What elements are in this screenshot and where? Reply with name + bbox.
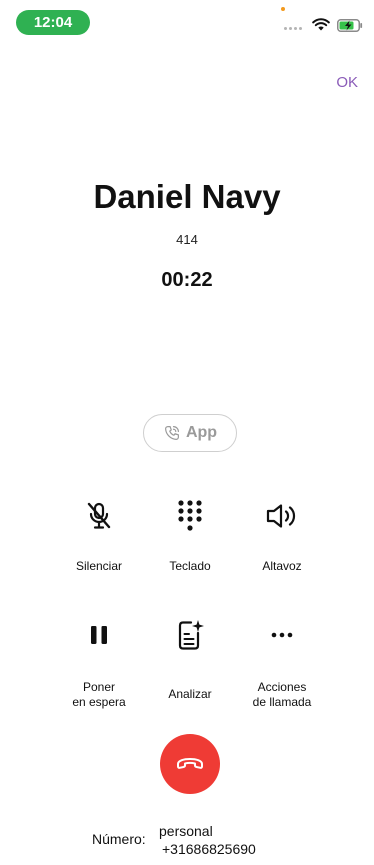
speaker-label: Altavoz (262, 559, 302, 573)
speaker-icon (237, 499, 327, 533)
phone-number: +31686825690 (162, 841, 256, 857)
app-button-label: App (185, 424, 218, 441)
keypad-button[interactable]: Teclado (145, 499, 235, 574)
pause-icon (54, 618, 144, 652)
caller-name: Daniel Navy (93, 178, 281, 215)
app-button[interactable]: App (143, 414, 237, 452)
battery-icon (337, 19, 363, 37)
hold-label-line1: Poner (82, 680, 116, 694)
more-horizontal-icon (237, 618, 327, 652)
document-sparkle-icon (145, 618, 235, 652)
mute-label: Silenciar (75, 559, 123, 573)
hold-label-line2: en espera (72, 695, 126, 709)
call-timer: 00:22 (161, 269, 213, 291)
privacy-indicator-dot (281, 7, 285, 11)
number-label: Número: (92, 831, 146, 847)
call-actions-button[interactable]: Acciones de llamada (237, 618, 327, 710)
mute-button[interactable]: Silenciar (54, 499, 144, 574)
call-actions-label-line1: Acciones (257, 680, 307, 694)
status-time-pill: 12:04 (16, 10, 90, 35)
signal-icon (284, 27, 302, 30)
end-call-button[interactable] (160, 734, 220, 794)
keypad-label: Teclado (169, 559, 211, 573)
hold-button[interactable]: Poner en espera (54, 618, 144, 710)
call-actions-label-line2: de llamada (252, 695, 312, 709)
wifi-icon (312, 18, 330, 36)
phone-hangup-icon (176, 757, 204, 771)
speaker-button[interactable]: Altavoz (237, 499, 327, 574)
hold-label: Poner en espera (54, 680, 144, 710)
caller-extension: 414 (176, 232, 198, 247)
analyze-button[interactable]: Analizar (145, 618, 235, 702)
call-actions-label: Acciones de llamada (237, 680, 327, 710)
number-type: personal (159, 823, 213, 839)
mic-off-icon (54, 499, 144, 533)
phone-icon (163, 424, 181, 442)
keypad-icon (145, 499, 235, 533)
analyze-label: Analizar (168, 687, 212, 701)
ok-button[interactable]: OK (336, 74, 358, 91)
status-time: 12:04 (33, 14, 73, 31)
